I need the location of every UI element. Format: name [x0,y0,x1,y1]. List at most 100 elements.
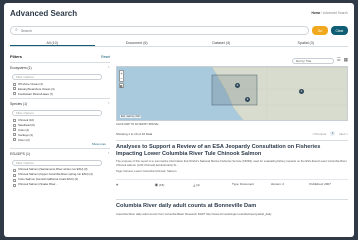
checkbox[interactable] [13,92,16,96]
result-published: Published: 2007 [309,182,331,186]
page-title: Advanced Search [10,8,78,18]
breadcrumb-home[interactable]: Home [311,11,320,15]
filter-option-label: Freshwater Rivers/Lakes (7) [18,91,54,96]
filter-option-label: Coho (4) [18,127,29,132]
reset-link[interactable]: Reset [101,55,110,59]
checkbox[interactable] [13,128,16,132]
filter-option-label: Chinook Salmon (Upper Columbia River spr… [18,172,93,177]
facet-ecosystem-header[interactable]: Ecosystem (1) ⌃ [10,65,110,71]
location-icon: ⌖ [116,181,119,187]
filter-option[interactable]: Chinook Salmon (Snake River... [13,183,110,187]
result-tags: Tags: harvest, Lower Columbia Chinook, S… [116,169,177,173]
chevron-up-icon: ⌃ [107,66,110,70]
grid-view-icon[interactable]: ▦ [344,58,348,63]
filter-option[interactable]: Chinook Salmon (Upper Columbia River spr… [13,173,110,177]
views-count: ◉ (15) [154,181,165,187]
tab-dataset[interactable]: Dataset (4) [179,39,264,46]
checkbox[interactable] [13,123,16,127]
map-attribution: Esri, Garmin, FAO [120,115,142,118]
filter-option[interactable]: Coho Salmon (Central California Coast ES… [13,178,110,182]
result-description: Columbia River daily adult counts from C… [116,211,272,216]
checkbox[interactable] [13,82,16,86]
facet-species-label: Species (1) [10,102,28,107]
filter-option-label: Sockeye (4) [18,132,33,137]
show-more-link[interactable]: Show more [10,142,110,146]
pagination: < Previous 1 Next > [312,131,348,136]
map-note: CLICK MAP TO FILTER BY SPATIAL [116,123,159,126]
search-bar: ⌕ Go Clear [10,26,348,35]
filter-option[interactable]: Freshwater Rivers/Lakes (7) [13,92,110,97]
result-version: Version: 2 [270,182,285,186]
checkbox[interactable] [13,178,16,182]
zoom-out-button[interactable]: − [120,76,123,81]
filters-sidebar: Filters Reset Ecosystem (1) ⌃ Filter Opt… [10,53,110,237]
facet-ecosystem-label: Ecosystem (1) [10,66,32,70]
result-meta: ⌖ ◉ (15) ⤓ (4) Type: Document Version: 2… [116,179,348,188]
pager-page[interactable]: 1 [330,131,336,136]
result-card: Columbia River daily adult counts at Bon… [116,199,348,216]
result-title[interactable]: Analyses to Support a Review of an ESA J… [116,144,348,157]
breadcrumb-current: Advanced Search [322,11,348,15]
facet-species-header[interactable]: Species (1) ⌃ [10,101,110,107]
tab-spatial[interactable]: Spatial (3) [264,39,349,46]
results-count: Showing 1 to 10 of 10 Data [116,131,153,136]
result-card: Analyses to Support a Review of an ESA J… [116,140,348,188]
download-icon: ⤓ [193,181,196,187]
facet-esu-dps: ESU/DPS (1) ⌃ Filter Options Chinook Sal… [10,148,110,187]
page-header: Advanced Search Home / Advanced Search [4,3,354,23]
facet-ecosystem-filter-input[interactable]: Filter Options [12,74,102,80]
facet-esu-dps-label: ESU/DPS (1) [10,152,30,157]
facet-species: Species (1) ⌃ Filter Options Chinook (10… [10,98,110,146]
results-count-row: Showing 1 to 10 of 10 Data < Previous 1 … [116,130,348,137]
list-view-icon[interactable]: ☰ [337,58,341,63]
map-cluster-marker[interactable]: 4 [299,89,304,94]
pager-previous[interactable]: < Previous [312,132,326,136]
breadcrumb: Home / Advanced Search [311,11,348,15]
filter-option-label: Chinook Salmon (Snake River... [18,182,58,187]
map-cluster-marker[interactable]: 2 [235,83,240,88]
checkbox[interactable] [13,173,16,177]
filter-option-label: Chum (3) [18,137,30,142]
search-box[interactable]: ⌕ [10,26,309,35]
checkbox[interactable] [13,118,16,122]
pager-next[interactable]: Next > [339,132,348,136]
filter-option-label: Off-shore Ocean (4) [18,82,43,86]
facet-esu-dps-header[interactable]: ESU/DPS (1) ⌃ [10,151,110,157]
result-title[interactable]: Columbia River daily adult counts at Bon… [116,203,348,210]
chevron-up-icon: ⌃ [107,102,110,107]
checkbox[interactable] [13,87,16,91]
checkbox[interactable] [13,183,16,187]
facet-species-filter-input[interactable]: Filter Options [12,110,102,117]
checkbox[interactable] [13,138,16,142]
search-icon: ⌕ [15,27,18,33]
map-cluster-marker[interactable]: 3 [245,97,250,102]
facet-esu-dps-filter-input[interactable]: Filter Options [12,160,102,167]
sort-select[interactable]: Sort by: Title [291,57,334,64]
filters-title: Filters [10,54,23,59]
result-description: The purpose of this report is to summari… [116,159,347,167]
tab-all[interactable]: All (10) [10,39,95,46]
sort-toolbar: Sort by: Title ☰ ▦ [116,57,348,64]
tab-document[interactable]: Document (6) [95,39,180,46]
map-basemap [211,67,347,120]
app-window: Advanced Search Home / Advanced Search ⌕… [4,3,354,237]
layers-icon[interactable]: ◧ [119,83,124,88]
result-type: Type: Document [232,182,254,186]
search-input[interactable] [20,27,221,34]
result-tabs: All (10) Document (6) Dataset (4) Spatia… [10,39,348,47]
clear-button[interactable]: Clear [331,26,348,35]
results-map[interactable]: + − ◧ 2 4 3 Esri, Garmin, FAO [116,66,348,121]
downloads-count: ⤓ (4) [193,181,200,187]
go-button[interactable]: Go [312,26,328,35]
checkbox[interactable] [13,168,16,172]
filter-option[interactable]: Chinook Salmon (Sacramento River winter-… [13,168,110,172]
facet-ecosystem: Ecosystem (1) ⌃ Filter Options Off-shore… [10,62,110,96]
filter-option-label: Steelhead (6) [18,123,35,128]
filter-option-label: Estuary/Nearshore Ocean (4) [18,86,55,91]
filters-header: Filters Reset [10,53,110,60]
filter-option-label: Coho Salmon (Central California Coast ES… [18,177,79,182]
filter-option-label: Chinook Salmon (Sacramento River winter-… [18,167,88,172]
zoom-control: + − [119,70,124,82]
chevron-up-icon: ⌃ [107,152,110,157]
checkbox[interactable] [13,133,16,137]
